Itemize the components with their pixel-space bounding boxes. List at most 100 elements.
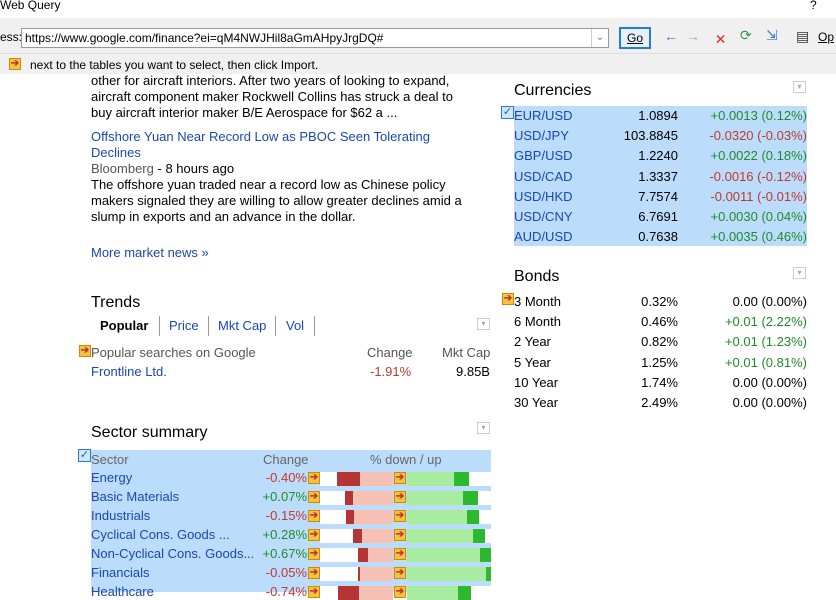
currencies-checkbox[interactable]: ✓: [501, 106, 514, 119]
down-bar: [338, 586, 359, 600]
select-table-arrow-icon[interactable]: ➔: [79, 345, 91, 357]
address-value: https://www.google.com/finance?ei=qM4NWJ…: [25, 31, 384, 45]
sector-change: +0.67%: [262, 546, 307, 561]
sector-link[interactable]: Industrials: [91, 508, 150, 523]
news-text: The offshore yuan traded near a record l…: [91, 177, 446, 192]
trend-stock-link[interactable]: Frontline Ltd.: [91, 364, 167, 379]
bond-change: 0.00 (0.00%): [732, 374, 807, 390]
address-label: ess:: [0, 30, 23, 44]
down-bar: [352, 529, 363, 543]
news-section: other for aircraft interiors. After two …: [91, 73, 462, 261]
select-arrow-icon[interactable]: ➔: [308, 491, 320, 503]
col-change: Change: [367, 345, 413, 360]
select-arrow-icon[interactable]: ➔: [308, 586, 320, 598]
currency-pair-link[interactable]: USD/HKD: [514, 189, 573, 204]
select-arrow-icon[interactable]: ➔: [394, 472, 406, 484]
currency-price: 1.2240: [638, 148, 678, 164]
sector-checkbox[interactable]: ✓: [78, 449, 91, 462]
currency-pair-link[interactable]: USD/CNY: [514, 209, 573, 224]
news-text: slump in exports and an advance in the d…: [91, 209, 356, 224]
down-bar: [336, 472, 361, 486]
sector-change: -0.40%: [265, 470, 307, 485]
down-range-bar: [362, 529, 393, 543]
up-bar: [466, 510, 480, 524]
up-bar: [485, 567, 491, 581]
select-arrow-icon[interactable]: ➔: [394, 510, 406, 522]
col-sector: Sector: [91, 452, 129, 467]
currency-pair-link[interactable]: USD/JPY: [514, 128, 569, 143]
bond-term: 10 Year: [514, 374, 559, 390]
sector-link[interactable]: Energy: [91, 470, 132, 485]
select-arrow-icon[interactable]: ➔: [394, 548, 406, 560]
go-button[interactable]: Go: [619, 27, 651, 49]
up-range-bar: [407, 567, 486, 581]
bond-yield: 0.82%: [641, 334, 678, 350]
trends-caption: Popular searches on Google: [91, 345, 256, 360]
down-range-bar: [352, 491, 393, 505]
news-text: makers signaled they are willing to allo…: [91, 193, 462, 208]
select-arrow-icon[interactable]: ➔: [394, 491, 406, 503]
tab-vol[interactable]: Vol: [286, 318, 304, 333]
sector-link[interactable]: Basic Materials: [91, 489, 179, 504]
address-input[interactable]: https://www.google.com/finance?ei=qM4NWJ…: [21, 28, 609, 48]
select-arrow-icon[interactable]: ➔: [394, 529, 406, 541]
currency-pair-link[interactable]: GBP/USD: [514, 148, 573, 163]
bond-change: 0.00 (0.00%): [732, 395, 807, 410]
up-bar: [473, 529, 486, 543]
help-button[interactable]: ?: [810, 0, 817, 12]
address-dropdown-icon[interactable]: ⌄: [591, 29, 608, 47]
down-bar: [346, 510, 355, 524]
currency-price: 103.8845: [623, 128, 678, 144]
currency-change: -0.0016 (-0.12%): [709, 168, 807, 184]
currency-price: 7.7574: [638, 188, 678, 204]
news-link[interactable]: Offshore Yuan Near Record Low as PBOC Se…: [91, 129, 462, 161]
select-arrow-icon[interactable]: ➔: [308, 548, 320, 560]
sector-link[interactable]: Financials: [91, 565, 150, 580]
currencies-dropdown-icon[interactable]: ▾: [793, 81, 806, 93]
currency-change: +0.0022 (0.18%): [710, 148, 807, 164]
sector-change: -0.15%: [265, 508, 307, 523]
down-bar: [357, 567, 361, 581]
bond-change: +0.01 (0.81%): [724, 354, 807, 370]
up-bar: [463, 491, 479, 505]
currency-change: +0.0035 (0.46%): [710, 229, 807, 245]
options-icon[interactable]: ▤: [796, 28, 809, 45]
tab-price[interactable]: Price: [169, 318, 199, 333]
trends-tabs: Popular Price Mkt Cap Vol ▾: [91, 316, 491, 338]
currency-pair-link[interactable]: AUD/USD: [514, 229, 573, 244]
options-button[interactable]: Op: [818, 30, 834, 44]
trends-title: Trends: [91, 294, 141, 311]
currency-pair-link[interactable]: USD/CAD: [514, 169, 573, 184]
sector-link[interactable]: Cyclical Cons. Goods ...: [91, 527, 230, 542]
down-range-bar: [358, 586, 393, 600]
bonds-dropdown-icon[interactable]: ▾: [793, 267, 806, 279]
col-change: Change: [263, 452, 309, 467]
trends-dropdown-icon[interactable]: ▾: [477, 318, 490, 330]
forward-icon[interactable]: →: [686, 28, 700, 44]
currency-price: 6.7691: [638, 209, 678, 224]
currency-pair-link[interactable]: EUR/USD: [514, 108, 573, 123]
refresh-icon[interactable]: ⟳: [740, 27, 752, 44]
title-bar: Web Query ?: [0, 0, 836, 18]
select-arrow-icon[interactable]: ➔: [394, 586, 406, 598]
select-arrow-icon[interactable]: ➔: [394, 567, 406, 579]
sector-link[interactable]: Non-Cyclical Cons. Goods...: [91, 546, 254, 561]
tab-mkt-cap[interactable]: Mkt Cap: [218, 318, 266, 333]
currency-change: -0.0320 (-0.03%): [709, 128, 807, 144]
up-bar: [480, 548, 491, 562]
more-news-link[interactable]: More market news »: [91, 245, 462, 261]
select-table-arrow-icon[interactable]: ➔: [502, 293, 514, 305]
stop-icon[interactable]: 🗙: [716, 29, 725, 50]
select-arrow-icon[interactable]: ➔: [308, 472, 320, 484]
select-arrow-icon[interactable]: ➔: [308, 567, 320, 579]
currency-price: 0.7638: [638, 229, 678, 245]
up-range-bar: [407, 529, 474, 543]
sector-dropdown-icon[interactable]: ▾: [477, 422, 490, 434]
back-icon[interactable]: ←: [664, 28, 678, 44]
tab-popular[interactable]: Popular: [100, 318, 148, 333]
window-title: Web Query: [0, 0, 61, 12]
show-icons-icon[interactable]: ⇲: [766, 27, 778, 44]
bond-yield: 1.74%: [641, 374, 678, 390]
select-arrow-icon[interactable]: ➔: [308, 529, 320, 541]
select-arrow-icon[interactable]: ➔: [308, 510, 320, 522]
